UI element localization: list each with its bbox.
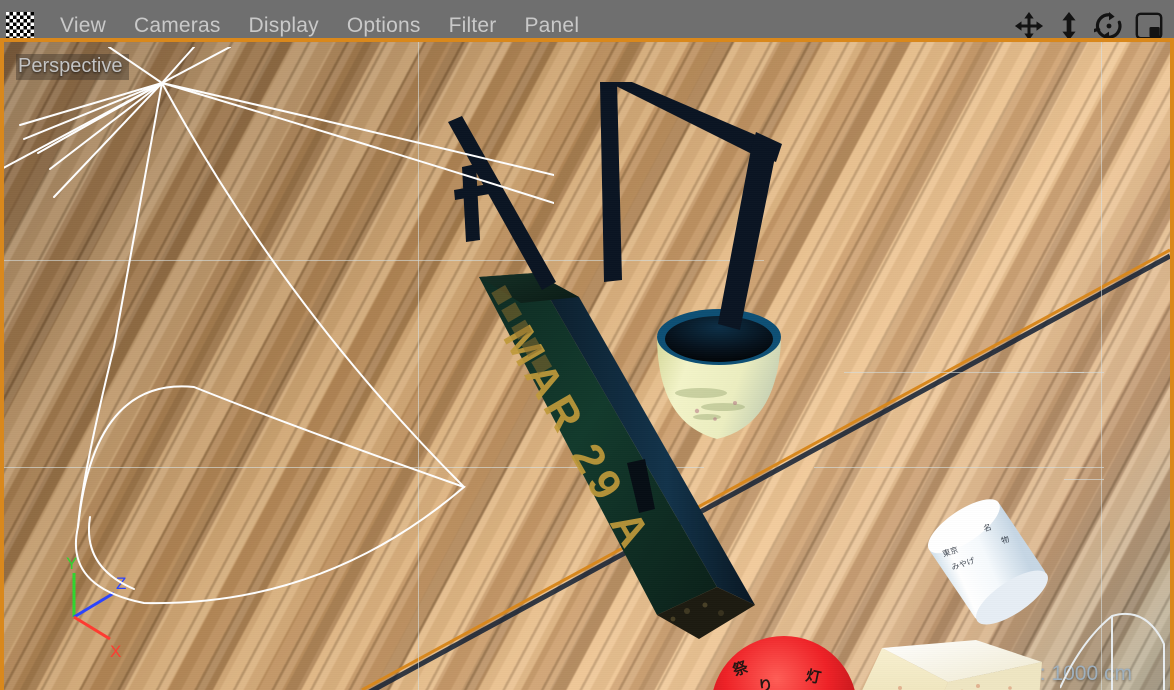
corner-helper-curve bbox=[1060, 612, 1165, 690]
svg-text:り: り bbox=[757, 677, 775, 690]
rotate-orbit-icon[interactable] bbox=[1094, 11, 1124, 41]
checkerboard-icon[interactable] bbox=[6, 12, 34, 40]
application-window: View Cameras Display Options Filter Pane… bbox=[0, 0, 1174, 690]
active-viewport-border: MAR 29 A 東京 みやげ 名 物 祭 り 灯 Y Z X Perspect… bbox=[0, 38, 1174, 690]
viewport-tool-icons bbox=[1014, 11, 1174, 41]
perspective-viewport[interactable]: MAR 29 A 東京 みやげ 名 物 祭 り 灯 Y Z X Perspect… bbox=[4, 42, 1170, 690]
layout-panel-icon[interactable] bbox=[1134, 11, 1164, 41]
axis-label-x: X bbox=[110, 642, 121, 661]
cream-box[interactable] bbox=[852, 640, 1052, 690]
dolly-zoom-icon[interactable] bbox=[1054, 11, 1084, 41]
light-cone-spline[interactable] bbox=[4, 47, 554, 607]
white-cylinder[interactable]: 東京 みやげ 名 物 bbox=[924, 497, 1059, 625]
move-pan-icon[interactable] bbox=[1014, 11, 1044, 41]
